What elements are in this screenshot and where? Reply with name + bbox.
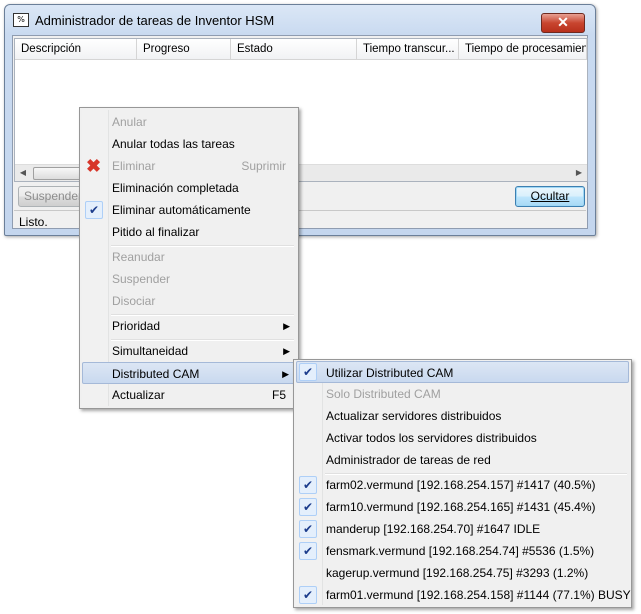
- status-text: Listo.: [19, 215, 48, 229]
- menu-item-cancel[interactable]: Anular: [82, 111, 296, 133]
- server-item-farm01[interactable]: ✔ farm01.vermund [192.168.254.158] #1144…: [296, 584, 631, 606]
- distributed-cam-submenu: ✔ Utilizar Distributed CAM Solo Distribu…: [293, 359, 632, 608]
- menu-item-label: Actualizar servidores distribuidos: [326, 409, 502, 423]
- menu-item-label: manderup [192.168.254.70] #1647 IDLE: [326, 522, 541, 536]
- menu-item-label: Disociar: [112, 294, 156, 308]
- submenu-item-use-distributed-cam[interactable]: ✔ Utilizar Distributed CAM: [296, 361, 629, 383]
- server-item-farm02[interactable]: ✔ farm02.vermund [192.168.254.157] #1417…: [296, 474, 629, 496]
- submenu-arrow-icon: ▶: [282, 369, 289, 379]
- shortcut-refresh: F5: [271, 388, 286, 402]
- close-icon: ✕: [557, 14, 569, 30]
- scroll-left-icon[interactable]: ◀: [15, 165, 31, 181]
- scroll-right-icon[interactable]: ▶: [571, 165, 587, 181]
- menu-item-refresh[interactable]: Actualizar F5: [82, 384, 296, 406]
- hide-button[interactable]: Ocultar: [515, 186, 585, 207]
- menu-item-label: farm01.vermund [192.168.254.158] #1144 (…: [326, 588, 631, 602]
- submenu-item-network-task-manager[interactable]: Administrador de tareas de red: [296, 449, 629, 471]
- title-bar[interactable]: % Administrador de tareas de Inventor HS…: [5, 5, 595, 35]
- menu-item-label: kagerup.vermund [192.168.254.75] #3293 (…: [326, 566, 589, 580]
- menu-item-label: Anular todas las tareas: [112, 137, 235, 151]
- window-title: Administrador de tareas de Inventor HSM: [35, 13, 275, 28]
- menu-item-label: Eliminar: [112, 159, 156, 173]
- column-status[interactable]: Estado: [231, 39, 357, 59]
- menu-item-resume[interactable]: Reanudar: [82, 246, 296, 268]
- menu-item-label: Suspender: [112, 272, 171, 286]
- menu-item-suspend[interactable]: Suspender: [82, 268, 296, 290]
- close-button[interactable]: ✕: [541, 13, 585, 33]
- menu-item-cancel-all[interactable]: Anular todas las tareas: [82, 133, 296, 155]
- hide-button-label: Ocultar: [530, 189, 570, 203]
- column-elapsed-time[interactable]: Tiempo transcur...: [357, 39, 459, 59]
- server-item-kagerup[interactable]: kagerup.vermund [192.168.254.75] #3293 (…: [296, 562, 629, 584]
- column-description[interactable]: Descripción: [15, 39, 137, 59]
- server-item-manderup[interactable]: ✔ manderup [192.168.254.70] #1647 IDLE: [296, 518, 629, 540]
- delete-icon: ✖: [86, 156, 102, 176]
- server-item-farm10[interactable]: ✔ farm10.vermund [192.168.254.165] #1431…: [296, 496, 629, 518]
- menu-item-beep[interactable]: Pitido al finalizar: [82, 221, 296, 243]
- menu-item-label: farm02.vermund [192.168.254.157] #1417 (…: [326, 478, 596, 492]
- check-icon: ✔: [85, 201, 103, 219]
- menu-item-label: Administrador de tareas de red: [326, 453, 491, 467]
- menu-item-label: Eliminar automáticamente: [112, 203, 251, 217]
- menu-item-priority[interactable]: Prioridad ▶: [82, 315, 296, 337]
- menu-item-label: farm10.vermund [192.168.254.165] #1431 (…: [326, 500, 596, 514]
- menu-item-label: Eliminación completada: [112, 181, 239, 195]
- shortcut-delete: Suprimir: [241, 159, 286, 173]
- menu-item-label: fensmark.vermund [192.168.254.74] #5536 …: [326, 544, 595, 558]
- menu-item-delete-completed[interactable]: Eliminación completada: [82, 177, 296, 199]
- menu-item-label: Utilizar Distributed CAM: [326, 366, 454, 380]
- check-icon: ✔: [299, 363, 317, 381]
- submenu-item-refresh-servers[interactable]: Actualizar servidores distribuidos: [296, 405, 629, 427]
- column-processing-time[interactable]: Tiempo de procesamiento: [459, 39, 587, 59]
- menu-item-label: Solo Distributed CAM: [326, 387, 441, 401]
- server-item-fensmark[interactable]: ✔ fensmark.vermund [192.168.254.74] #553…: [296, 540, 629, 562]
- menu-item-label: Activar todos los servidores distribuido…: [326, 431, 537, 445]
- menu-item-label: Reanudar: [112, 250, 165, 264]
- check-icon: ✔: [299, 586, 317, 604]
- menu-item-concurrency[interactable]: Simultaneidad ▶: [82, 340, 296, 362]
- menu-item-label: Prioridad: [112, 319, 161, 333]
- menu-item-delete[interactable]: ✖ Eliminar Suprimir: [82, 155, 296, 177]
- menu-item-auto-delete[interactable]: ✔ Eliminar automáticamente: [82, 199, 296, 221]
- menu-item-label: Anular: [112, 115, 147, 129]
- menu-item-dissociate[interactable]: Disociar: [82, 290, 296, 312]
- submenu-arrow-icon: ▶: [283, 321, 290, 331]
- menu-item-distributed-cam[interactable]: Distributed CAM ▶: [82, 362, 296, 384]
- submenu-arrow-icon: ▶: [283, 346, 290, 356]
- menu-item-label: Actualizar: [112, 388, 165, 402]
- menu-item-label: Pitido al finalizar: [112, 225, 200, 239]
- column-progress[interactable]: Progreso: [137, 39, 231, 59]
- context-menu: Anular Anular todas las tareas ✖ Elimina…: [79, 107, 299, 409]
- column-header: Descripción Progreso Estado Tiempo trans…: [15, 39, 587, 60]
- suspend-button[interactable]: Suspender: [18, 186, 88, 207]
- submenu-item-activate-all-servers[interactable]: Activar todos los servidores distribuido…: [296, 427, 629, 449]
- submenu-item-only-distributed-cam[interactable]: Solo Distributed CAM: [296, 383, 629, 405]
- check-icon: ✔: [299, 542, 317, 560]
- check-icon: ✔: [299, 476, 317, 494]
- menu-item-label: Simultaneidad: [112, 344, 189, 358]
- menu-item-label: Distributed CAM: [112, 367, 200, 381]
- check-icon: ✔: [299, 498, 317, 516]
- app-icon: %: [13, 13, 29, 27]
- check-icon: ✔: [299, 520, 317, 538]
